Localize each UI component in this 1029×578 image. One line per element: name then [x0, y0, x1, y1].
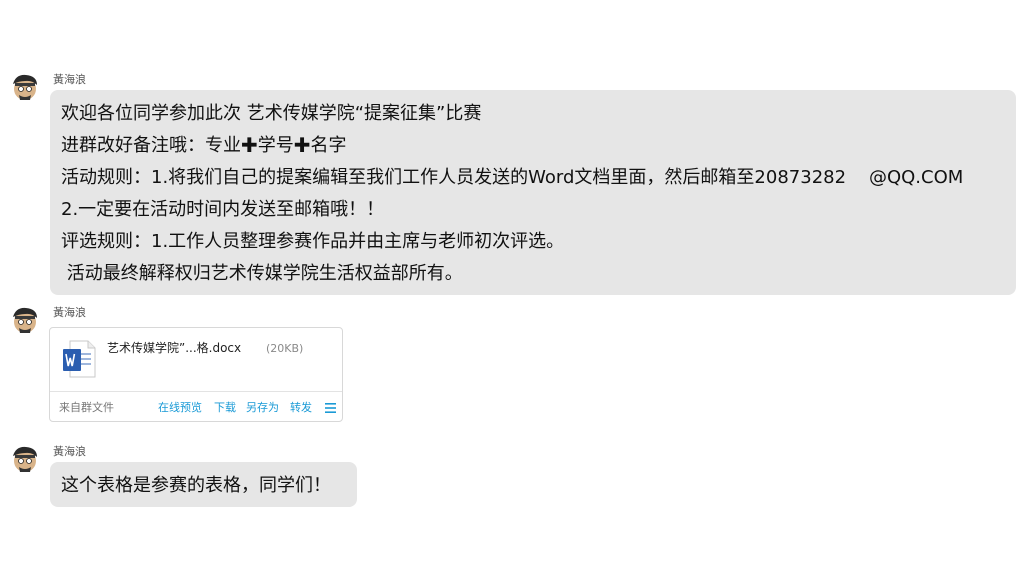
- message-line: 2.一定要在活动时间内发送至邮箱哦！！: [61, 199, 385, 220]
- preview-link[interactable]: 在线预览: [158, 401, 202, 415]
- line-text: 进群改好备注哦：专业: [61, 135, 241, 156]
- message-line: 这个表格是参赛的表格，同学们！: [61, 475, 331, 496]
- forward-link[interactable]: 转发: [290, 401, 312, 415]
- avatar[interactable]: [10, 444, 40, 474]
- plus-icon: ✚: [241, 133, 258, 157]
- sender-name: 黃海浪: [53, 73, 86, 86]
- message-bubble[interactable]: 这个表格是参赛的表格，同学们！: [50, 462, 357, 507]
- file-card[interactable]: 艺术传媒学院”...格.docx (20KB) 来自群文件 在线预览 下载 另存…: [49, 327, 343, 422]
- line-text: 学号: [257, 135, 294, 156]
- message-line: 活动最终解释权归艺术传媒学院生活权益部所有。: [61, 263, 463, 284]
- sender-name: 黃海浪: [53, 445, 86, 458]
- message-line: 欢迎各位同学参加此次 艺术传媒学院“提案征集”比赛: [61, 103, 482, 124]
- menu-lines-icon[interactable]: [325, 403, 336, 413]
- line-text: 名字: [310, 135, 347, 156]
- avatar[interactable]: [10, 72, 40, 102]
- word-doc-icon[interactable]: [62, 340, 96, 378]
- download-link[interactable]: 下载: [214, 401, 236, 415]
- file-size: (20KB): [266, 342, 304, 355]
- file-source: 来自群文件: [59, 401, 114, 414]
- message-line: 活动规则：1.将我们自己的提案编辑至我们工作人员发送的Word文档里面，然后邮箱…: [61, 167, 964, 188]
- file-name[interactable]: 艺术传媒学院”...格.docx: [107, 340, 241, 356]
- message-bubble[interactable]: 欢迎各位同学参加此次 艺术传媒学院“提案征集”比赛 进群改好备注哦：专业✚学号✚…: [50, 90, 1016, 295]
- avatar[interactable]: [10, 305, 40, 335]
- sender-name: 黃海浪: [53, 306, 86, 319]
- message-line: 评选规则：1.工作人员整理参赛作品并由主席与老师初次评选。: [61, 231, 565, 252]
- save-as-link[interactable]: 另存为: [246, 401, 279, 415]
- message-line: 进群改好备注哦：专业✚学号✚名字: [61, 130, 1016, 162]
- divider: [50, 391, 342, 392]
- plus-icon: ✚: [293, 133, 311, 157]
